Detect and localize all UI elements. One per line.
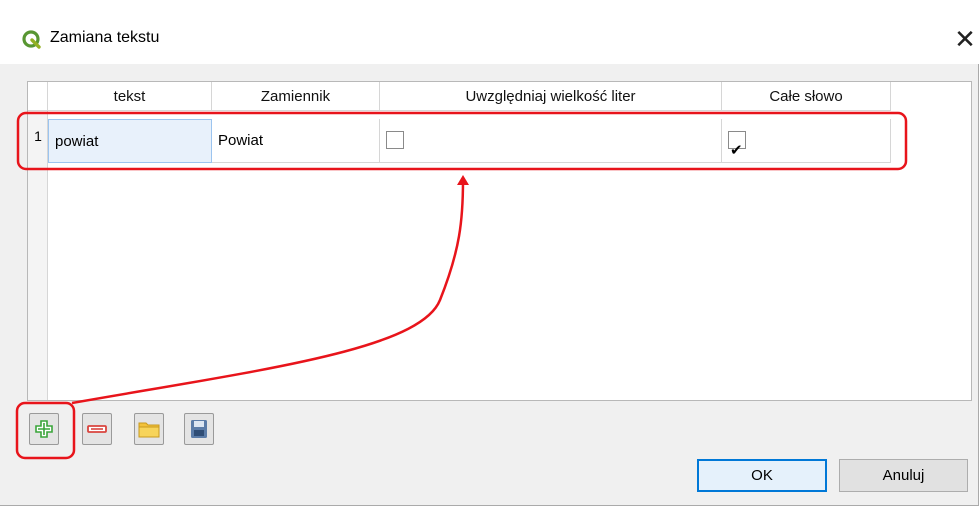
remove-row-button[interactable]	[82, 413, 112, 445]
table-corner	[28, 82, 48, 111]
window-title: Zamiana tekstu	[50, 29, 160, 46]
title-bar: Zamiana tekstu ✕	[0, 0, 979, 64]
cell-zamiennik[interactable]: Powiat	[212, 119, 380, 163]
add-icon	[35, 420, 53, 438]
ok-button[interactable]: OK	[697, 459, 827, 492]
cell-case-sensitive[interactable]	[380, 119, 722, 163]
add-row-button[interactable]	[29, 413, 59, 445]
save-icon	[191, 420, 207, 438]
remove-icon	[87, 425, 107, 433]
column-header-tekst[interactable]: tekst	[48, 82, 212, 111]
column-header-zamiennik[interactable]: Zamiennik	[212, 82, 380, 111]
column-header-case-sensitive[interactable]: Uwzględniaj wielkość liter	[380, 82, 722, 111]
column-header-whole-word[interactable]: Całe słowo	[722, 82, 891, 111]
cell-tekst[interactable]: powiat	[48, 119, 212, 163]
qgis-logo-icon	[22, 30, 41, 49]
open-file-button[interactable]	[134, 413, 164, 445]
dialog-window: Zamiana tekstu ✕ tekst Zamiennik Uwzględ…	[0, 0, 979, 506]
case-sensitive-checkbox[interactable]	[386, 131, 404, 149]
open-folder-icon	[138, 422, 160, 438]
row-number[interactable]: 1	[28, 128, 48, 144]
close-button[interactable]: ✕	[952, 24, 978, 54]
cancel-button[interactable]: Anuluj	[839, 459, 968, 492]
row-header-column	[28, 111, 48, 400]
save-file-button[interactable]	[184, 413, 214, 445]
cell-whole-word[interactable]	[722, 119, 891, 173]
whole-word-checkbox[interactable]	[728, 129, 746, 173]
